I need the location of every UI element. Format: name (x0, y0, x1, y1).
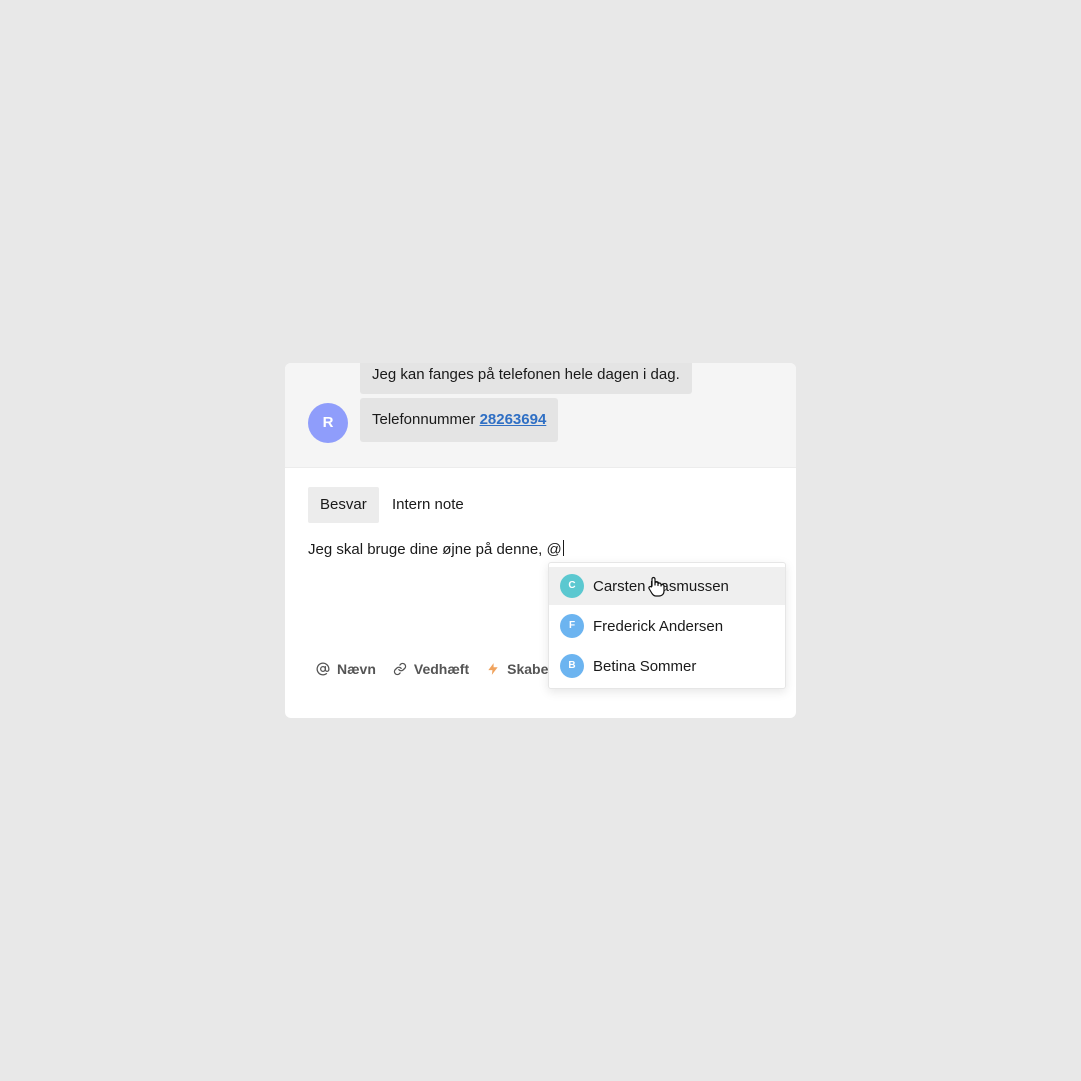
editor-text: Jeg skal bruge dine øjne på denne, @ (308, 541, 562, 558)
message-bubble: Jeg kan fanges på telefonen hele dagen i… (360, 363, 692, 394)
lightning-icon (488, 663, 498, 675)
hand-pointer-icon (648, 576, 665, 597)
avatar: C (560, 574, 584, 598)
templates-button[interactable]: Skabe (486, 661, 548, 677)
attach-label: Vedhæft (413, 661, 470, 677)
link-icon (393, 662, 407, 676)
reply-editor[interactable]: Jeg skal bruge dine øjne på denne, @ (308, 539, 564, 561)
avatar-initial: R (322, 414, 334, 431)
avatar: F (560, 614, 584, 638)
mention-option[interactable]: C Carsten Rasmussen (549, 567, 785, 605)
sender-avatar: R (308, 403, 348, 443)
mention-option[interactable]: F Frederick Andersen (549, 607, 785, 645)
tab-reply[interactable]: Besvar (308, 487, 379, 523)
message-text: Telefonnummer (372, 411, 476, 428)
text-caret (562, 540, 564, 556)
message-thread: Jeg kan fanges på telefonen hele dagen i… (285, 363, 796, 468)
templates-label: Skabe (507, 661, 549, 677)
attach-button[interactable]: Vedhæft (393, 661, 469, 677)
message-text: Jeg kan fanges på telefonen hele dagen i… (372, 366, 680, 383)
phone-number-link[interactable]: 28263694 (480, 411, 547, 428)
message-bubble: Telefonnummer 28263694 (360, 398, 559, 442)
mention-button[interactable]: Nævn (316, 661, 376, 677)
composer-toolbar: Nævn Vedhæft Skabe (316, 658, 565, 680)
mention-label: Nævn (337, 661, 376, 677)
at-sign-icon (316, 662, 330, 676)
option-name: Betina Sommer (593, 657, 697, 675)
tab-internal-note[interactable]: Intern note (380, 487, 476, 523)
mention-option[interactable]: B Betina Sommer (549, 647, 785, 685)
option-name: Frederick Andersen (593, 617, 724, 635)
avatar: B (560, 654, 584, 678)
mention-dropdown: C Carsten Rasmussen F Frederick Andersen… (548, 562, 786, 689)
